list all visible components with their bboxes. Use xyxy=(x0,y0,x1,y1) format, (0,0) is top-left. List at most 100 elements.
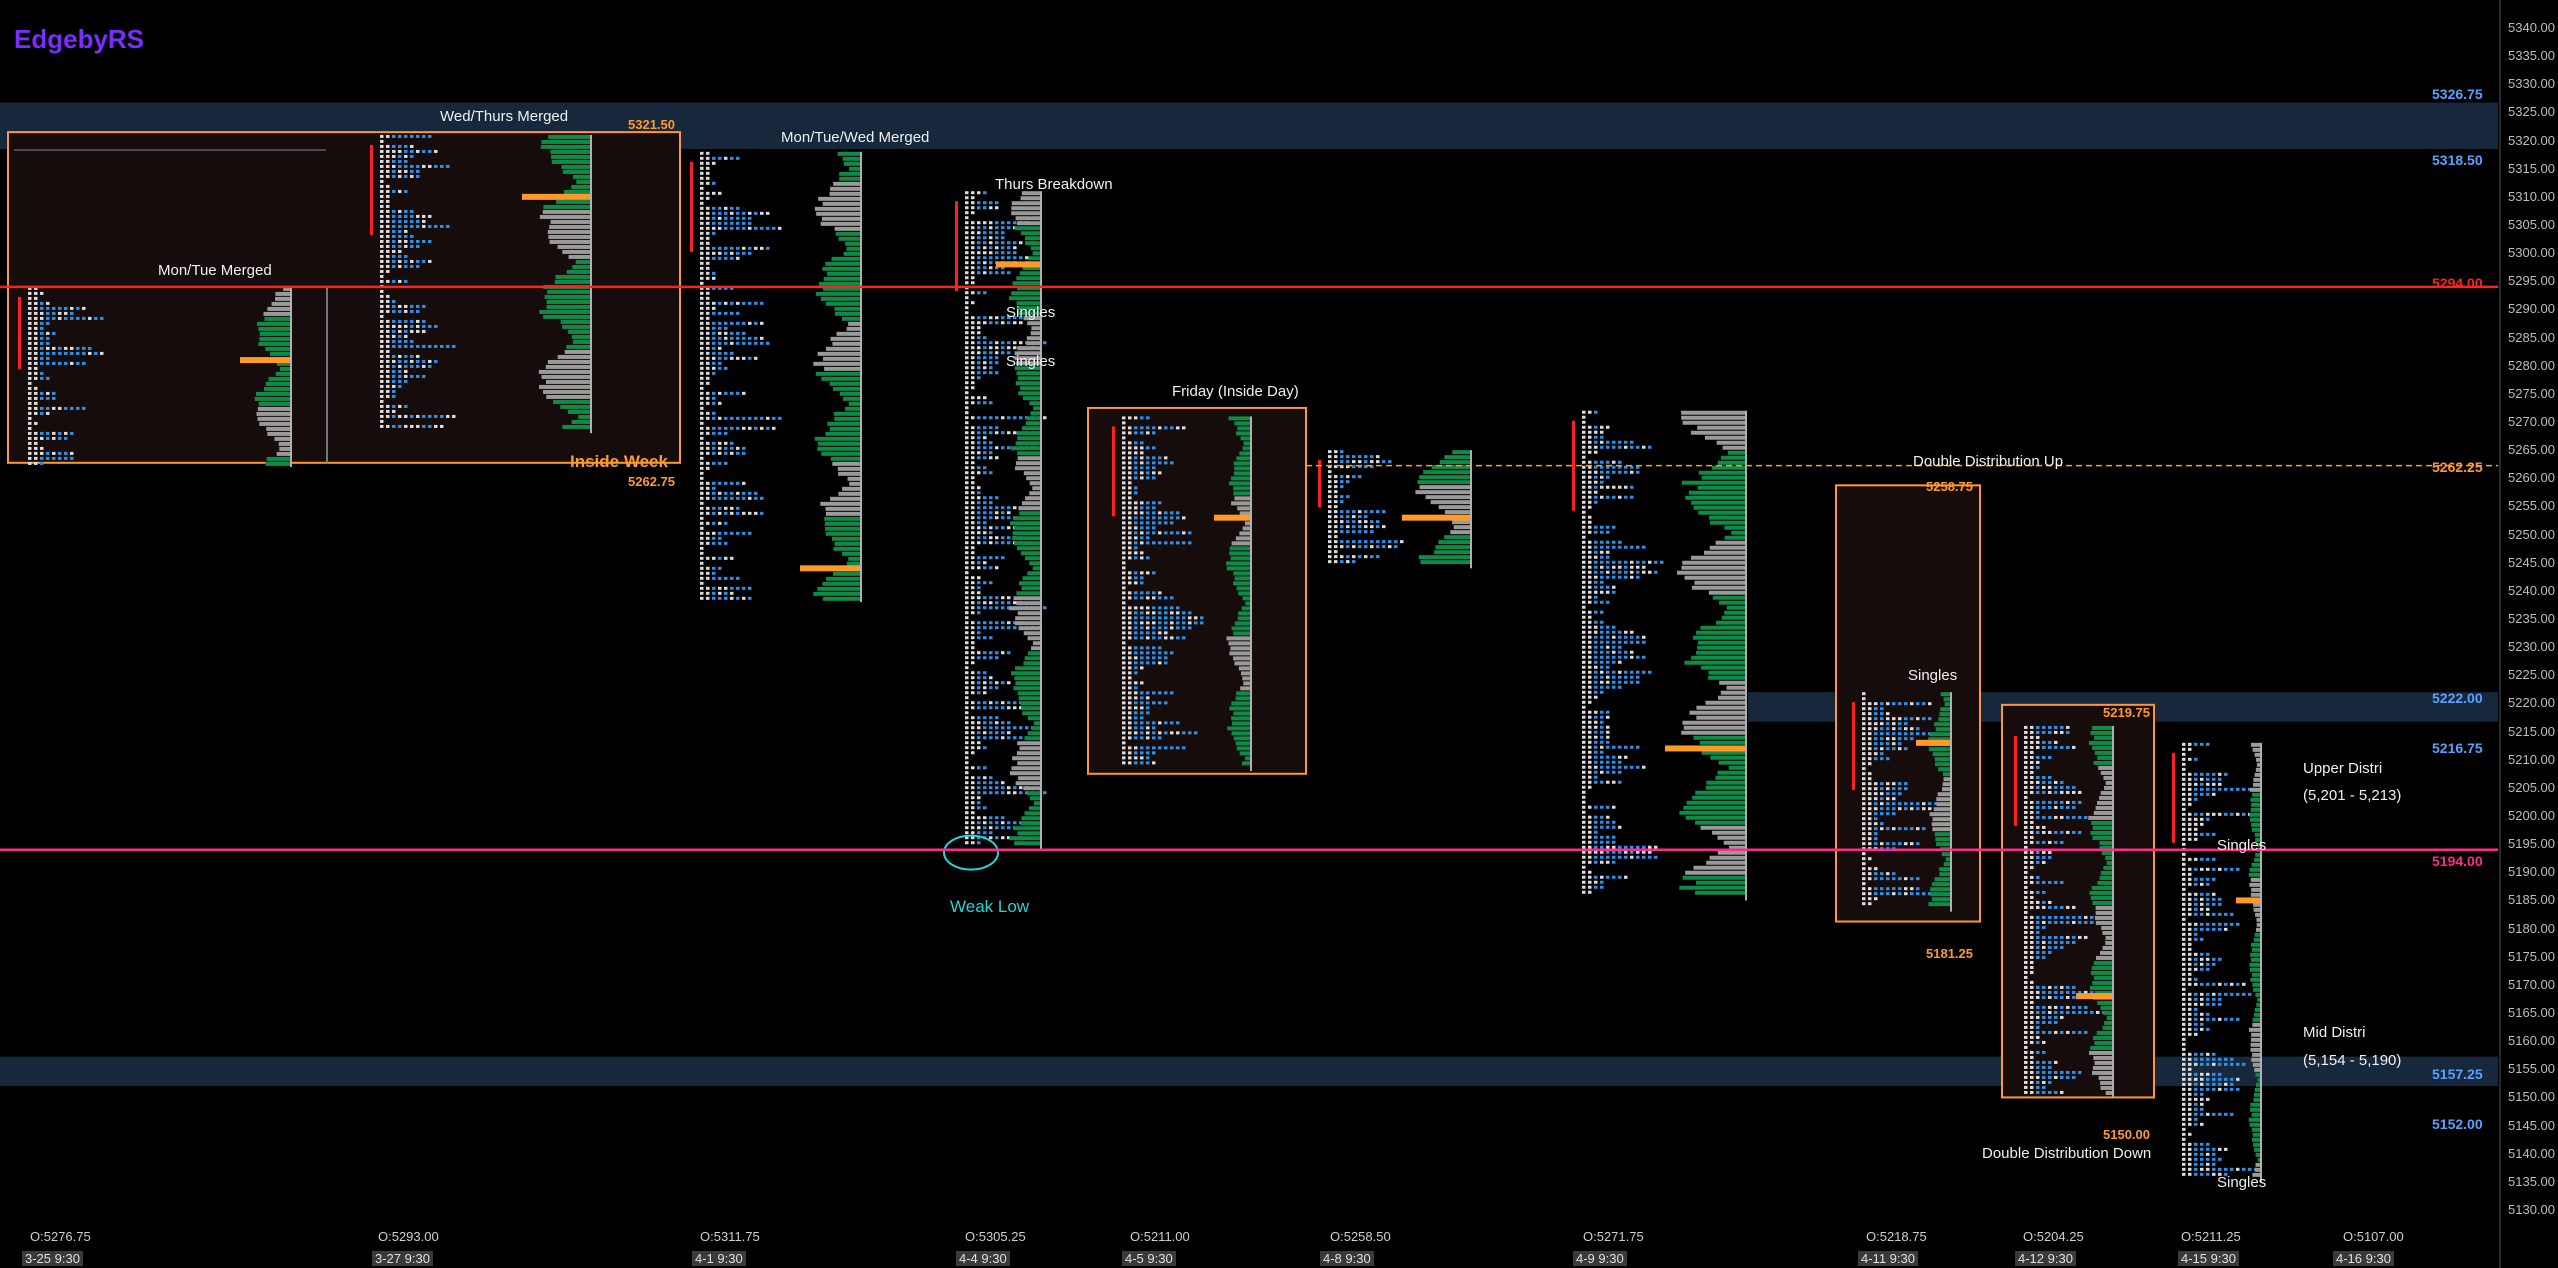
session-date-9[interactable]: 4-15 9:30 xyxy=(2178,1251,2239,1266)
tpo-block xyxy=(1868,717,1872,721)
session-date-7[interactable]: 4-11 9:30 xyxy=(1858,1251,1918,1266)
tpo-block xyxy=(1612,460,1616,464)
volume-bar xyxy=(263,311,290,316)
tpo-block xyxy=(1612,670,1616,674)
tpo-block xyxy=(724,156,728,160)
session-date-6[interactable]: 4-9 9:30 xyxy=(1573,1251,1627,1266)
tpo-block xyxy=(2182,1092,2186,1096)
tpo-block xyxy=(971,501,975,505)
tpo-block xyxy=(983,431,987,435)
tpo-block xyxy=(1146,621,1150,625)
tpo-block xyxy=(1182,611,1186,615)
tpo-block xyxy=(2236,1077,2240,1081)
volume-bar xyxy=(1444,535,1470,540)
tpo-block xyxy=(1013,601,1017,605)
volume-bar xyxy=(2093,760,2112,765)
tpo-block xyxy=(1128,616,1132,620)
tpo-block xyxy=(1606,560,1610,564)
tpo-block xyxy=(1134,696,1138,700)
tpo-block xyxy=(1158,701,1162,705)
tpo-block xyxy=(983,236,987,240)
tpo-block xyxy=(1334,460,1338,464)
tpo-block xyxy=(386,354,390,358)
volume-bar xyxy=(832,341,860,346)
session-date-3[interactable]: 4-4 9:30 xyxy=(956,1251,1010,1266)
tpo-block xyxy=(1642,560,1646,564)
tpo-block xyxy=(1588,690,1592,694)
session-date-5[interactable]: 4-8 9:30 xyxy=(1320,1251,1374,1266)
session-date-2[interactable]: 4-1 9:30 xyxy=(692,1251,746,1266)
tpo-block xyxy=(718,211,722,215)
tpo-block xyxy=(971,541,975,545)
price-tick: 5290.00 xyxy=(2508,301,2555,317)
volume-bar xyxy=(1024,736,1040,741)
tpo-block xyxy=(983,396,987,400)
volume-bar xyxy=(1935,727,1950,732)
tpo-block xyxy=(2200,937,2204,941)
tpo-block xyxy=(1364,510,1368,514)
tpo-block xyxy=(2060,1075,2064,1079)
tpo-block xyxy=(2060,1070,2064,1074)
tpo-block xyxy=(971,601,975,605)
tpo-block xyxy=(2054,995,2058,999)
tpo-block xyxy=(1618,645,1622,649)
tpo-block xyxy=(1007,706,1011,710)
volume-bar xyxy=(2256,917,2260,922)
volume-bar xyxy=(1718,695,1745,700)
tpo-block xyxy=(1128,536,1132,540)
tpo-block xyxy=(404,334,408,338)
tpo-block xyxy=(965,546,969,550)
tpo-block xyxy=(2036,740,2040,744)
tpo-block xyxy=(1874,807,1878,811)
tpo-block xyxy=(965,536,969,540)
tpo-block xyxy=(706,151,710,155)
tpo-block xyxy=(386,309,390,313)
tpo-block xyxy=(748,301,752,305)
tpo-block xyxy=(971,291,975,295)
volume-bar xyxy=(829,426,860,431)
volume-bar xyxy=(2100,1085,2112,1090)
tpo-block xyxy=(718,326,722,330)
tpo-block xyxy=(2182,1037,2186,1041)
tpo-block xyxy=(1588,685,1592,689)
tpo-block xyxy=(1582,430,1586,434)
tpo-block xyxy=(28,441,32,445)
tpo-block xyxy=(2042,1090,2046,1094)
session-date-1[interactable]: 3-27 9:30 xyxy=(372,1251,433,1266)
tpo-block xyxy=(1600,815,1604,819)
ib-range-bar xyxy=(370,144,373,235)
tpo-block xyxy=(706,576,710,580)
tpo-block xyxy=(983,451,987,455)
tpo-block xyxy=(2194,772,2198,776)
tpo-block xyxy=(1618,575,1622,579)
tpo-block xyxy=(1642,855,1646,859)
tpo-block xyxy=(2060,730,2064,734)
tpo-block xyxy=(1122,491,1126,495)
session-date-10[interactable]: 4-16 9:30 xyxy=(2333,1251,2394,1266)
tpo-block xyxy=(1340,520,1344,524)
volume-bar xyxy=(2254,857,2260,862)
tpo-block xyxy=(1328,530,1332,534)
tpo-block xyxy=(1122,586,1126,590)
tpo-block xyxy=(1606,600,1610,604)
tpo-block xyxy=(1874,757,1878,761)
tpo-block xyxy=(1600,585,1604,589)
tpo-block xyxy=(2242,812,2246,816)
volume-bar xyxy=(1684,660,1745,665)
tpo-block xyxy=(2036,880,2040,884)
price-tick: 5165.00 xyxy=(2508,1005,2555,1020)
tpo-block xyxy=(1334,550,1338,554)
market-profile-chart[interactable] xyxy=(0,0,2558,1268)
volume-bar xyxy=(1438,505,1470,510)
tpo-block xyxy=(1340,500,1344,504)
tpo-block xyxy=(1624,655,1628,659)
tpo-block xyxy=(1612,780,1616,784)
tpo-block xyxy=(971,476,975,480)
session-date-4[interactable]: 4-5 9:30 xyxy=(1122,1251,1176,1266)
tpo-block xyxy=(2030,825,2034,829)
tpo-block xyxy=(2060,780,2064,784)
session-date-8[interactable]: 4-12 9:30 xyxy=(2015,1251,2076,1266)
tpo-block xyxy=(1642,670,1646,674)
session-date-0[interactable]: 3-25 9:30 xyxy=(22,1251,83,1266)
tpo-block xyxy=(2036,985,2040,989)
